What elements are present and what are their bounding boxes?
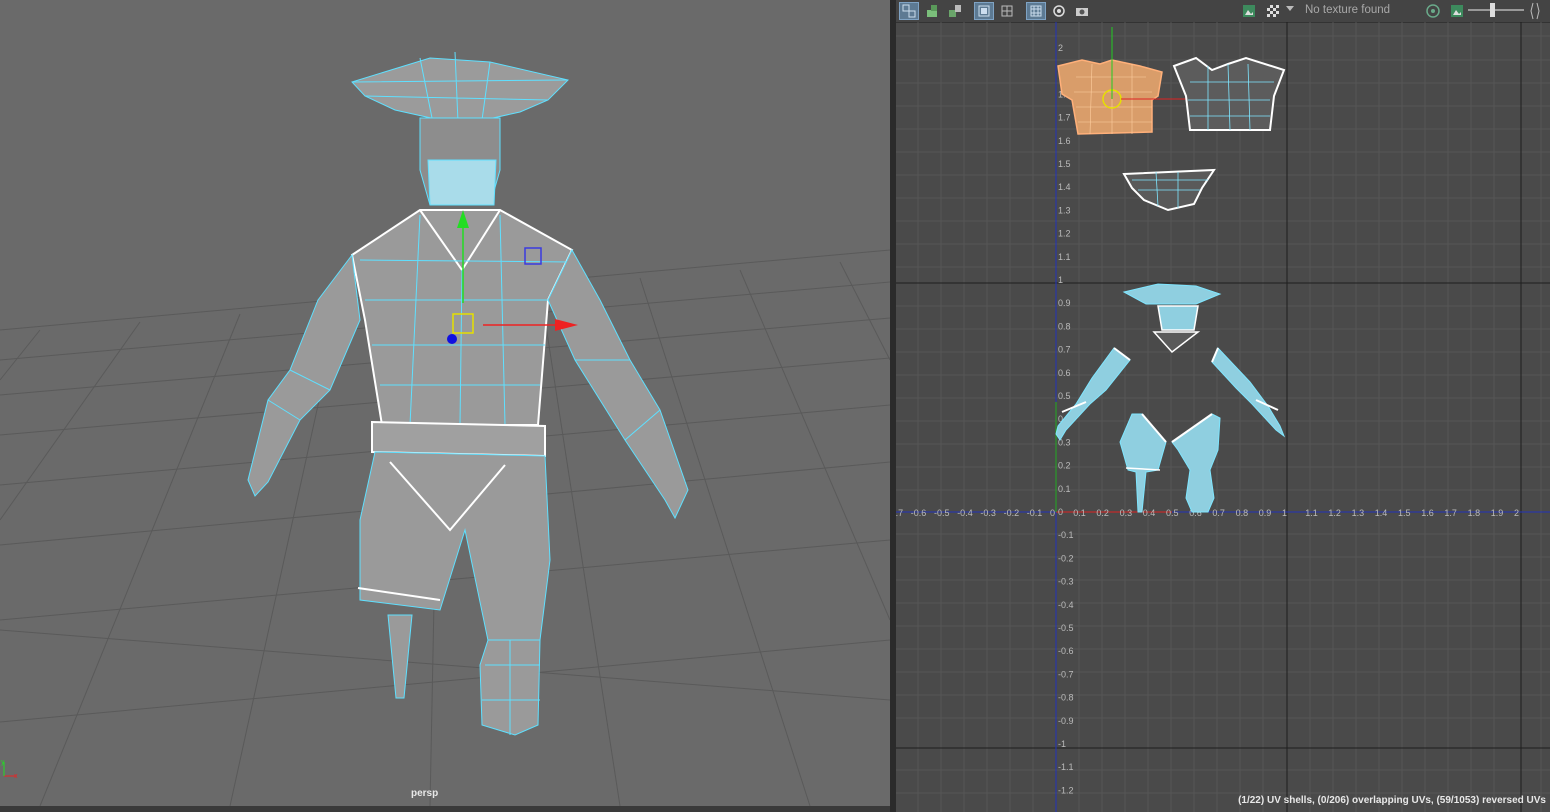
u-tick-label: -0.3	[980, 508, 996, 518]
v-tick-label: -0.4	[1058, 600, 1074, 610]
camera-label: persp	[411, 788, 439, 799]
u-tick-label: -0.2	[1004, 508, 1020, 518]
v-tick-label: 1.7	[1058, 113, 1071, 123]
axis-gizmo: x y	[1, 759, 18, 780]
v-tick-label: -0.1	[1058, 530, 1074, 540]
u-tick-label: 0.7	[1212, 508, 1225, 518]
u-tick-label: 0.4	[1143, 508, 1156, 518]
u-tick-label: 1.7	[1444, 508, 1457, 518]
uv-shell-left-leg[interactable]	[1119, 413, 1167, 513]
v-tick-label: -0.6	[1058, 646, 1074, 656]
viewport-bottom-border	[0, 806, 890, 812]
uv-status-line: (1/22) UV shells, (0/206) overlapping UV…	[1238, 795, 1546, 806]
checker-icon[interactable]	[1049, 2, 1069, 20]
viewport-canvas[interactable]: x y	[0, 0, 890, 806]
perspective-viewport[interactable]: x y persp	[0, 0, 890, 806]
u-tick-label: 0.3	[1120, 508, 1133, 518]
snapshot-icon[interactable]	[1072, 2, 1092, 20]
u-tick-label: 1.9	[1491, 508, 1504, 518]
texture-dropdown-arrow-icon[interactable]	[1286, 6, 1294, 11]
u-tick-label: -0.6	[911, 508, 927, 518]
u-tick-label: 1.1	[1305, 508, 1318, 518]
u-tick-label: 1.3	[1352, 508, 1365, 518]
v-tick-label: -1.2	[1058, 785, 1074, 795]
v-tick-label: 1.6	[1058, 136, 1071, 146]
v-tick-label: 1.2	[1058, 229, 1071, 239]
u-tick-label: 1.6	[1421, 508, 1434, 518]
uv-shell-icon[interactable]	[899, 2, 919, 20]
u-tick-label: 0.9	[1259, 508, 1272, 518]
uv-shell-belt[interactable]	[1122, 168, 1216, 212]
uv-major-grid	[896, 22, 1550, 812]
v-tick-label: 0	[1058, 507, 1063, 517]
u-tick-label: 0	[1050, 508, 1055, 518]
v-tick-label: 1.5	[1058, 159, 1071, 169]
v-tick-label: -0.7	[1058, 669, 1074, 679]
wireframe-icon[interactable]	[997, 2, 1017, 20]
uv-shell-right-leg[interactable]	[1171, 413, 1221, 513]
v-tick-label: 2	[1058, 43, 1063, 53]
uv-fine-grid	[896, 22, 1550, 812]
u-tick-label: 1.5	[1398, 508, 1411, 518]
v-tick-label: 1.3	[1058, 205, 1071, 215]
v-tick-label: 1	[1058, 275, 1063, 285]
uv-sub-icon[interactable]	[922, 2, 942, 20]
v-tick-label: -0.8	[1058, 693, 1074, 703]
uv-editor-panel[interactable]: No texture found .7 -0.6 -0.5 -0.4 -0.3 …	[896, 0, 1550, 812]
uv-shell-right-arm[interactable]	[1211, 347, 1286, 438]
v-tick-label: 0.2	[1058, 461, 1071, 471]
u-tick-label: -0.1	[1027, 508, 1043, 518]
u-tick-label: 0.8	[1236, 508, 1249, 518]
u-tick-label: 0.2	[1096, 508, 1109, 518]
uv-shell-shirt-back[interactable]	[1172, 56, 1286, 131]
u-tick-label: 1.2	[1328, 508, 1341, 518]
grid-icon[interactable]	[1026, 2, 1046, 20]
u-tick-label: -0.7	[896, 508, 903, 518]
u-tick-label: -0.4	[957, 508, 973, 518]
v-tick-label: -0.3	[1058, 577, 1074, 587]
checkerboard-icon[interactable]	[1263, 2, 1283, 20]
texture-status[interactable]: No texture found	[1305, 4, 1390, 16]
image-ratio-icon[interactable]	[1447, 2, 1467, 20]
u-tick-label: 1.4	[1375, 508, 1388, 518]
v-tick-label: 0.9	[1058, 298, 1071, 308]
v-tick-label: -1.1	[1058, 762, 1074, 772]
v-tick-label: 0.7	[1058, 345, 1071, 355]
v-tick-label: 0.5	[1058, 391, 1071, 401]
v-tick-label: -0.2	[1058, 553, 1074, 563]
image-display-icon[interactable]	[1239, 2, 1259, 20]
u-tick-label: 1.8	[1468, 508, 1481, 518]
exposure-slider-handle[interactable]	[1490, 3, 1495, 17]
v-tick-label: -0.5	[1058, 623, 1074, 633]
v-tick-label: 0.8	[1058, 321, 1071, 331]
u-tick-label: -0.5	[934, 508, 950, 518]
v-tick-label: -0.9	[1058, 716, 1074, 726]
shaded-icon[interactable]	[974, 2, 994, 20]
axis-y-label: y	[1, 759, 5, 766]
exposure-slider[interactable]	[1468, 3, 1524, 17]
uv-toolbar: No texture found	[896, 0, 1550, 23]
uv-shell-hat-head[interactable]	[1122, 283, 1222, 354]
uv-grid-canvas[interactable]: -0.7 -0.6 -0.5 -0.4 -0.3 -0.2 -0.1 0 0.1 0.2 0.3 0.…	[896, 22, 1550, 812]
u-tick-label: 0.5	[1166, 508, 1179, 518]
uv-flip-icon[interactable]	[945, 2, 965, 20]
v-tick-label: 1.4	[1058, 182, 1071, 192]
v-tick-label: -1	[1058, 739, 1066, 749]
axis-x-label: x	[14, 773, 18, 780]
u-tick-label: 1	[1282, 508, 1287, 518]
v-tick-label: 1.1	[1058, 252, 1071, 262]
v-tick-label: 0.6	[1058, 368, 1071, 378]
pirate-character-mesh[interactable]	[247, 51, 689, 736]
uv-distortion-icon[interactable]	[1423, 2, 1443, 20]
u-tick-label: 0.1	[1073, 508, 1086, 518]
panel-scroll-handle-icon[interactable]	[1530, 2, 1540, 20]
u-tick-label: 2	[1514, 508, 1519, 518]
v-tick-label: 0.1	[1058, 484, 1071, 494]
